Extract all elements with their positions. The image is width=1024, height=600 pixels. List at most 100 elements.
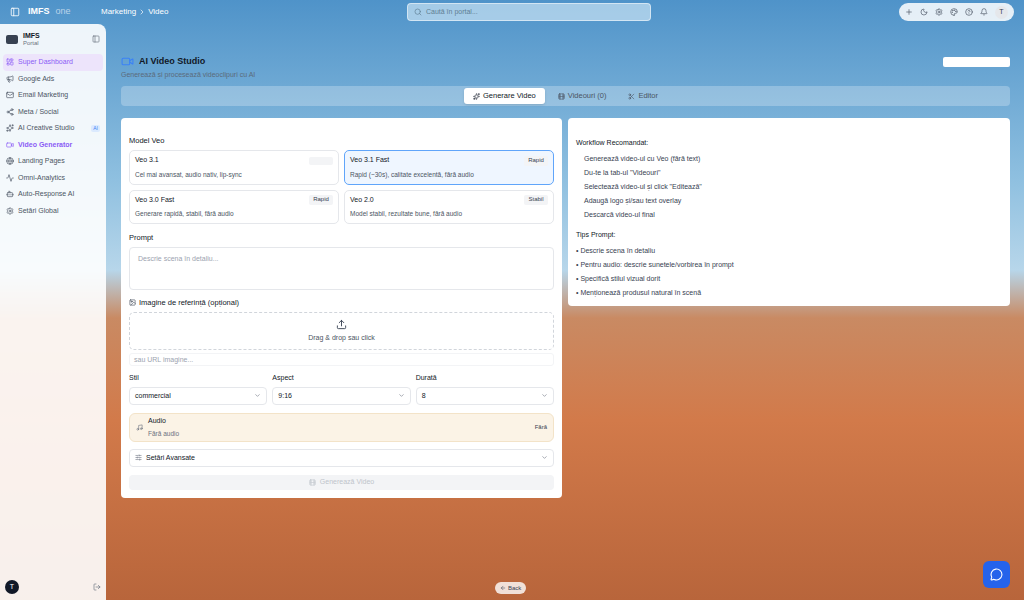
music-icon	[136, 424, 143, 431]
chat-button[interactable]	[983, 561, 1010, 588]
video-icon	[121, 55, 134, 68]
menu-icon	[6, 207, 14, 215]
tip: • Pentru audio: descrie sunetele/vorbire…	[576, 260, 1002, 271]
model-card[interactable]: Veo 3.1Cel mai avansat, audio nativ, lip…	[129, 150, 339, 184]
page-subtitle: Generează și procesează videoclipuri cu …	[121, 70, 255, 81]
chevron-right-icon	[138, 8, 146, 16]
logo-icon	[6, 35, 18, 44]
menu-icon	[6, 124, 14, 132]
model-card[interactable]: Veo 3.0 FastRapidGenerare rapidă, stabil…	[129, 190, 339, 224]
sidebar-item[interactable]: Omni-Analytics	[3, 170, 103, 187]
sidebar-item[interactable]: Meta / Social	[3, 104, 103, 121]
user-avatar[interactable]: T	[5, 580, 19, 594]
toolbar-icon[interactable]	[980, 8, 988, 16]
select[interactable]: commercial	[129, 387, 267, 405]
tip: • Descrie scena în detaliu	[576, 246, 1002, 257]
breadcrumb-item[interactable]: Marketing	[101, 6, 136, 18]
sidebar-header: IMFSPortal	[3, 26, 103, 52]
search-icon	[414, 8, 422, 16]
tab-icon	[473, 93, 480, 100]
page-header: AI Video StudioGenerează și procesează v…	[121, 55, 1010, 85]
menu-icon	[6, 58, 14, 66]
menu-icon	[6, 75, 14, 83]
page-title: AI Video Studio	[139, 55, 205, 69]
workflow-step: Descarcă video-ul final	[584, 210, 1002, 221]
sidebar-toggle-icon[interactable]	[10, 7, 20, 17]
sidebar-item[interactable]: Google Ads	[3, 71, 103, 88]
menu-icon	[6, 174, 14, 182]
search-box[interactable]: Caută în portal...	[407, 3, 651, 21]
sliders-icon	[135, 454, 142, 461]
sidebar-item[interactable]: Auto-Response AI	[3, 186, 103, 203]
tab[interactable]: Generare Video	[464, 88, 545, 104]
model-card[interactable]: Veo 3.1 FastRapidRapid (~30s), calitate …	[344, 150, 554, 184]
prompt-textarea[interactable]: Descrie scena în detaliu...	[129, 247, 554, 290]
workflow-card: Workflow Recomandat:Generează video-ul c…	[568, 118, 1010, 306]
model-badge: Stabil	[524, 195, 548, 205]
tabs: Generare VideoVideouri (0)Editor	[121, 86, 1010, 106]
header-button[interactable]	[943, 57, 1010, 67]
url-input[interactable]: sau URL imagine...	[129, 353, 554, 366]
audio-badge: Fără	[535, 423, 547, 432]
model-badge	[309, 157, 333, 165]
tab[interactable]: Videouri (0)	[549, 88, 616, 104]
workflow-step: Du-te la tab-ul "Videouri"	[584, 168, 1002, 179]
select[interactable]: 9:16	[272, 387, 410, 405]
sidebar-item[interactable]: Video Generator	[3, 137, 103, 154]
toolbar-icon[interactable]	[905, 8, 913, 16]
model-badge: Rapid	[309, 195, 333, 205]
chat-icon	[990, 568, 1003, 581]
advanced-settings[interactable]: Setări Avansate	[129, 449, 554, 467]
model-card[interactable]: Veo 2.0StabilModel stabil, rezultate bun…	[344, 190, 554, 224]
model-badge: Rapid	[524, 156, 548, 166]
sidebar: IMFSPortal Super DashboardGoogle AdsEmail…	[0, 24, 106, 600]
brand: IMFSone	[28, 5, 71, 19]
app: IMFSone Marketing Video Caută în portal... T…	[0, 0, 1024, 600]
select[interactable]: 8	[416, 387, 554, 405]
arrow-left-icon	[500, 585, 506, 591]
chevron-down-icon	[541, 454, 548, 461]
menu-icon	[6, 190, 14, 198]
sidebar-item[interactable]: Setări Global	[3, 203, 103, 220]
ai-badge: AI	[91, 125, 100, 133]
toolbar-icon[interactable]	[965, 8, 973, 16]
chevron-down-icon	[254, 392, 261, 399]
toolbar-icon[interactable]	[935, 8, 943, 16]
generate-button[interactable]: Generează Video	[129, 475, 554, 490]
sidebar-item[interactable]: Email Marketing	[3, 87, 103, 104]
film-icon	[309, 479, 316, 486]
workflow-step: Selectează video-ul și click "Editează"	[584, 182, 1002, 193]
menu-icon	[6, 157, 14, 165]
image-icon	[129, 299, 136, 306]
menu-icon	[6, 108, 14, 116]
workflow-step: Generează video-ul cu Veo (fără text)	[584, 154, 1002, 165]
form-card: Model VeoVeo 3.1Cel mai avansat, audio n…	[121, 118, 562, 498]
chevron-down-icon	[398, 392, 405, 399]
sidebar-item[interactable]: Super Dashboard	[3, 54, 103, 71]
collapse-icon[interactable]	[92, 35, 100, 43]
workflow-step: Adaugă logo și/sau text overlay	[584, 196, 1002, 207]
top-actions: T	[899, 3, 1014, 21]
logout-icon[interactable]	[93, 583, 101, 591]
tip: • Menționează produsul natural în scenă	[576, 288, 1002, 299]
breadcrumb-item: Video	[148, 6, 168, 18]
audio-box[interactable]: AudioFără audioFără	[129, 413, 554, 442]
dropzone[interactable]: Drag & drop sau click	[129, 312, 554, 350]
breadcrumb: Marketing Video	[101, 6, 407, 18]
chevron-down-icon	[541, 392, 548, 399]
top-bar: IMFSone Marketing Video Caută în portal... T	[0, 0, 1024, 24]
tip: • Specifică stilul vizual dorit	[576, 274, 1002, 285]
toolbar-icon[interactable]	[920, 8, 928, 16]
menu-icon	[6, 91, 14, 99]
toolbar-icon[interactable]	[950, 8, 958, 16]
tab-icon	[628, 93, 635, 100]
back-button[interactable]: Back	[495, 582, 526, 594]
sidebar-item[interactable]: AI Creative StudioAI	[3, 120, 103, 137]
sidebar-item[interactable]: Landing Pages	[3, 153, 103, 170]
menu-icon	[6, 141, 14, 149]
tab[interactable]: Editor	[619, 88, 667, 104]
tab-icon	[558, 93, 565, 100]
main: AI Video StudioGenerează și procesează v…	[106, 24, 1024, 600]
user-avatar[interactable]: T	[995, 6, 1008, 19]
upload-icon	[336, 319, 347, 330]
